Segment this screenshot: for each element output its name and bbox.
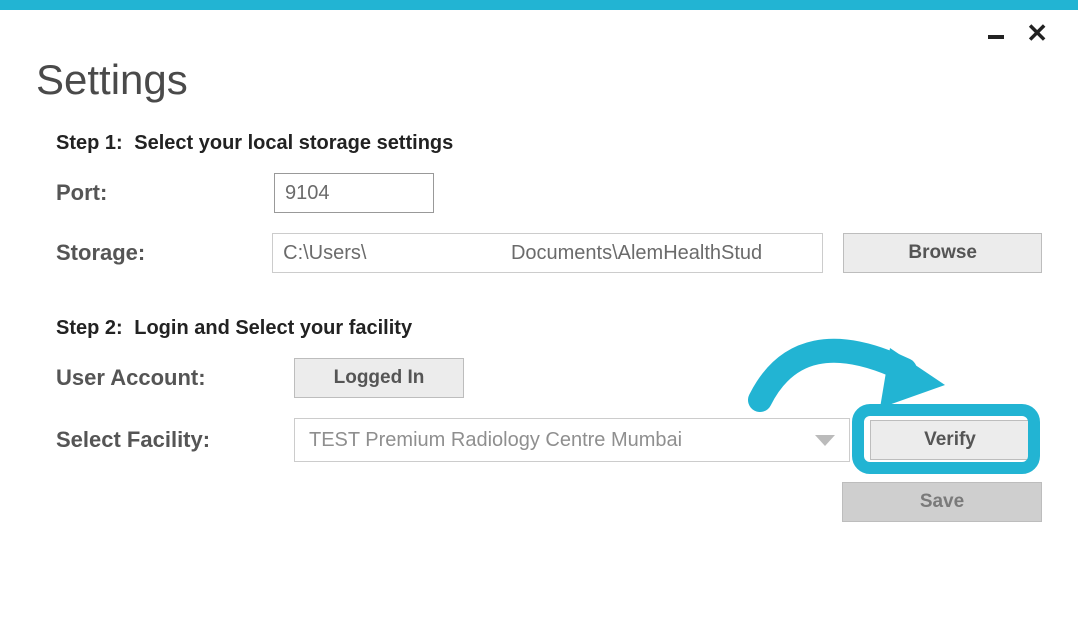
verify-button[interactable]: Verify	[870, 420, 1030, 460]
settings-content: Step 1: Select your local storage settin…	[0, 104, 1078, 462]
step2-block: Step 2: Login and Select your facility U…	[56, 317, 1042, 462]
close-button[interactable]: ✕	[1026, 20, 1048, 46]
facility-select[interactable]: TEST Premium Radiology Centre Mumbai	[294, 418, 850, 462]
step2-heading: Step 2: Login and Select your facility	[56, 317, 1042, 340]
storage-label: Storage:	[56, 240, 264, 266]
storage-row: Storage: Browse	[56, 233, 1042, 273]
page-title: Settings	[0, 10, 1078, 104]
save-row: Save	[0, 482, 1078, 522]
logged-in-button[interactable]: Logged In	[294, 358, 464, 398]
step1-text: Select your local storage settings	[134, 132, 453, 154]
step2-text: Login and Select your facility	[134, 317, 412, 339]
facility-value: TEST Premium Radiology Centre Mumbai	[309, 429, 682, 452]
chevron-down-icon	[815, 435, 835, 446]
minimize-button[interactable]	[988, 35, 1004, 39]
port-row: Port:	[56, 173, 1042, 213]
user-account-label: User Account:	[56, 365, 286, 391]
select-facility-label: Select Facility:	[56, 427, 286, 453]
save-button: Save	[842, 482, 1042, 522]
port-label: Port:	[56, 180, 266, 206]
window-controls: ✕	[988, 20, 1048, 46]
step1-label: Step 1:	[56, 132, 123, 154]
storage-input[interactable]	[272, 233, 823, 273]
window-topbar	[0, 0, 1078, 10]
step2-label: Step 2:	[56, 317, 123, 339]
port-input[interactable]	[274, 173, 434, 213]
user-account-row: User Account: Logged In	[56, 358, 1042, 398]
select-facility-row: Select Facility: TEST Premium Radiology …	[56, 418, 1042, 462]
step1-heading: Step 1: Select your local storage settin…	[56, 132, 1042, 155]
browse-button[interactable]: Browse	[843, 233, 1042, 273]
